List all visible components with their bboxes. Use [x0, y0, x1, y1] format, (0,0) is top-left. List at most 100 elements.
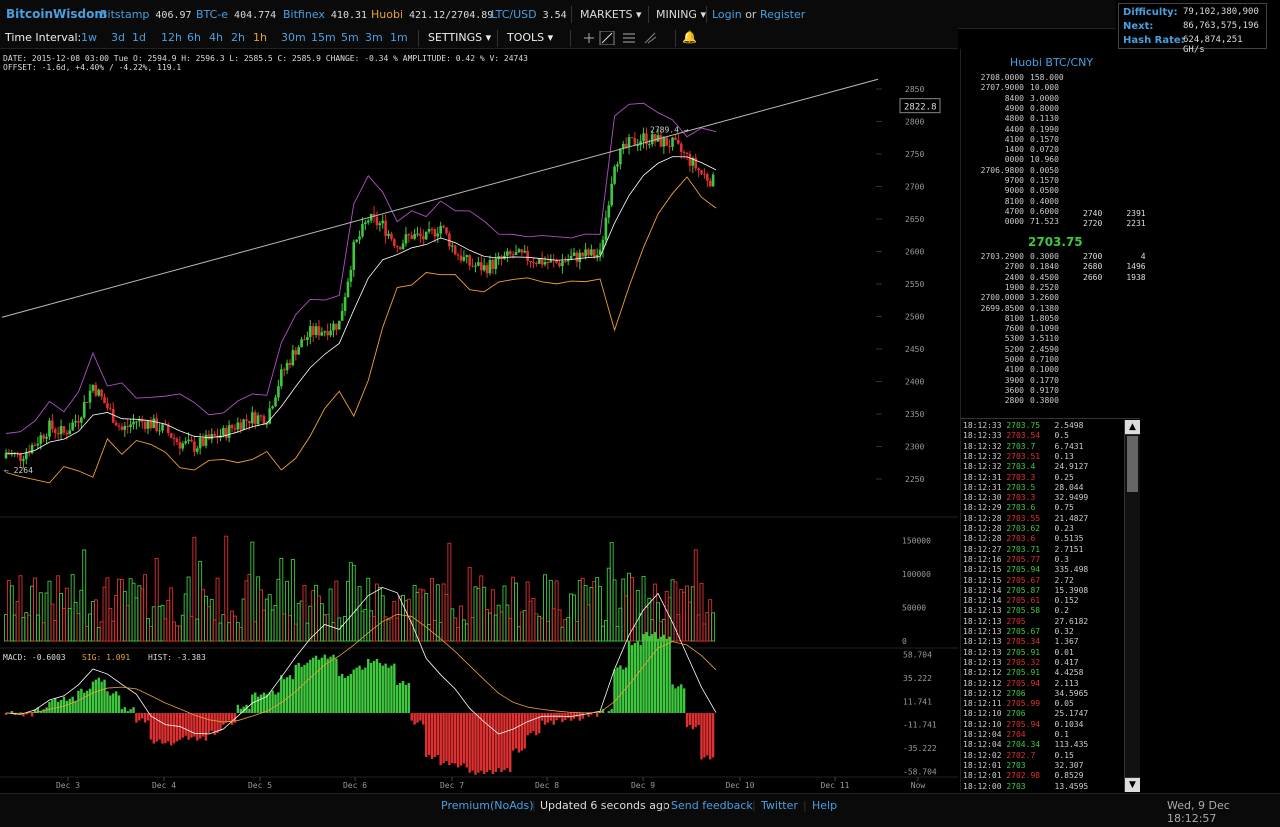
scroll-down-icon[interactable]: ▼ — [1125, 777, 1140, 792]
feedback-link[interactable]: Send feedback — [671, 799, 753, 812]
candle-body — [483, 265, 486, 270]
ask-price: 0000 — [964, 217, 1024, 227]
premium-link[interactable]: Premium(NoAds) — [441, 799, 534, 812]
macd-bar — [373, 661, 375, 713]
macd-bar — [112, 693, 114, 713]
mining-menu[interactable]: MINING ▾ — [656, 8, 706, 21]
ask-price: 0000 — [964, 155, 1024, 165]
macd-bar — [686, 713, 688, 727]
ask-amount: 0.1130 — [1030, 114, 1059, 124]
interval-3d[interactable]: 3d — [111, 31, 125, 44]
ticker-huobi[interactable]: Huobi421.12/2704.89 — [371, 8, 493, 21]
candle-body — [274, 397, 277, 406]
bell-icon[interactable]: 🔔 — [682, 30, 697, 44]
candle-body — [355, 239, 358, 241]
interval-1d[interactable]: 1d — [132, 31, 146, 44]
ask-amount: 0.1990 — [1030, 125, 1059, 135]
markets-menu[interactable]: MARKETS ▾ — [580, 8, 642, 21]
interval-12h[interactable]: 12h — [161, 31, 182, 44]
help-link[interactable]: Help — [812, 799, 837, 812]
candle-body — [367, 221, 370, 223]
candle-body — [225, 428, 228, 438]
interval-15m[interactable]: 15m — [311, 31, 336, 44]
trade-price: 2705.87 — [1006, 586, 1054, 595]
candle-body — [703, 174, 706, 175]
candle-body — [634, 138, 637, 145]
divider — [675, 30, 676, 47]
x-axis-label: Dec 6 — [343, 781, 367, 790]
interval-6h[interactable]: 6h — [187, 31, 201, 44]
candle-body — [338, 321, 341, 330]
settings-menu[interactable]: SETTINGS ▾ — [428, 31, 491, 44]
candle-body — [431, 229, 434, 230]
candle-body — [538, 259, 541, 264]
candle-body — [689, 154, 692, 166]
macd-bar — [103, 680, 105, 713]
interval-5m[interactable]: 5m — [341, 31, 359, 44]
interval-4h[interactable]: 4h — [209, 31, 223, 44]
candle-body — [379, 223, 382, 225]
interval-2h[interactable]: 2h — [231, 31, 245, 44]
interval-1w[interactable]: 1w — [81, 31, 97, 44]
candle-body — [86, 402, 89, 403]
ticker-bitstamp[interactable]: Bitstamp406.97 — [100, 8, 192, 21]
register-link[interactable]: Register — [760, 8, 805, 21]
twitter-link[interactable]: Twitter — [761, 799, 798, 812]
candle-body — [454, 246, 457, 255]
macd-bar — [651, 634, 653, 713]
hlines-icon[interactable] — [623, 34, 635, 42]
candle-body — [184, 441, 187, 443]
macd-bar — [442, 713, 444, 763]
ask-amount: 3.0000 — [1030, 94, 1059, 104]
price-chart[interactable]: DATE: 2015-12-08 03:00 Tue O: 2594.9 H: … — [0, 49, 958, 793]
brand-logo[interactable]: BitcoinWisdom — [6, 7, 107, 21]
candle-body — [213, 434, 216, 436]
crosshair-icon[interactable] — [584, 33, 594, 43]
candle-body — [254, 412, 257, 424]
macd-bar — [326, 659, 328, 713]
interval-30m[interactable]: 30m — [281, 31, 306, 44]
candle-body — [410, 235, 413, 239]
trade-time: 18:12:04 — [963, 730, 1006, 739]
macd-bar — [422, 713, 424, 725]
scroll-thumb[interactable] — [1127, 436, 1138, 492]
price-axis-label: 2300 — [905, 443, 924, 452]
trade-time: 18:12:04 — [963, 740, 1006, 749]
interval-3m[interactable]: 3m — [365, 31, 383, 44]
ticker-ltcusd[interactable]: LTC/USD3.54 — [491, 8, 567, 21]
candle-body — [321, 332, 324, 335]
interval-1m[interactable]: 1m — [390, 31, 408, 44]
macd-bar — [474, 713, 476, 775]
interval-1h[interactable]: 1h — [253, 31, 267, 44]
ticker-bitfinex[interactable]: Bitfinex410.31 — [283, 8, 367, 21]
candle-body — [578, 253, 581, 262]
login-link[interactable]: Login — [712, 8, 742, 21]
trade-time: 18:12:12 — [963, 689, 1006, 698]
offset-info: OFFSET: -1.6d, +4.40% / -4.22%, 119.1 — [3, 63, 181, 72]
macd-bar — [277, 692, 279, 713]
tools-menu[interactable]: TOOLS ▾ — [507, 31, 553, 44]
trade-scrollbar[interactable]: ▲ ▼ — [1124, 420, 1140, 792]
candle-body — [471, 266, 474, 267]
ask-amount: 10.000 — [1030, 83, 1059, 93]
macd-bar — [529, 713, 531, 733]
fib-icon[interactable] — [645, 33, 656, 43]
trade-price: 2704.34 — [1006, 740, 1054, 749]
macd-bar — [454, 713, 456, 763]
candle-body — [352, 242, 355, 270]
ask-price: 4400 — [964, 125, 1024, 135]
bid-price: 5300 — [964, 334, 1024, 344]
macd-bar — [202, 713, 204, 737]
macd-bar — [616, 667, 618, 713]
ask-price: 2707.9000 — [964, 83, 1024, 93]
candle-body — [115, 423, 118, 426]
trendline-icon[interactable] — [600, 31, 614, 45]
candle-body — [135, 421, 138, 422]
candle-body — [663, 138, 666, 147]
candle-body — [231, 425, 234, 428]
macd-bar — [66, 701, 68, 713]
scroll-up-icon[interactable]: ▲ — [1125, 420, 1140, 435]
candle-body — [402, 244, 405, 250]
candle-body — [541, 259, 544, 265]
ticker-btce[interactable]: BTC-e404.774 — [196, 8, 276, 21]
